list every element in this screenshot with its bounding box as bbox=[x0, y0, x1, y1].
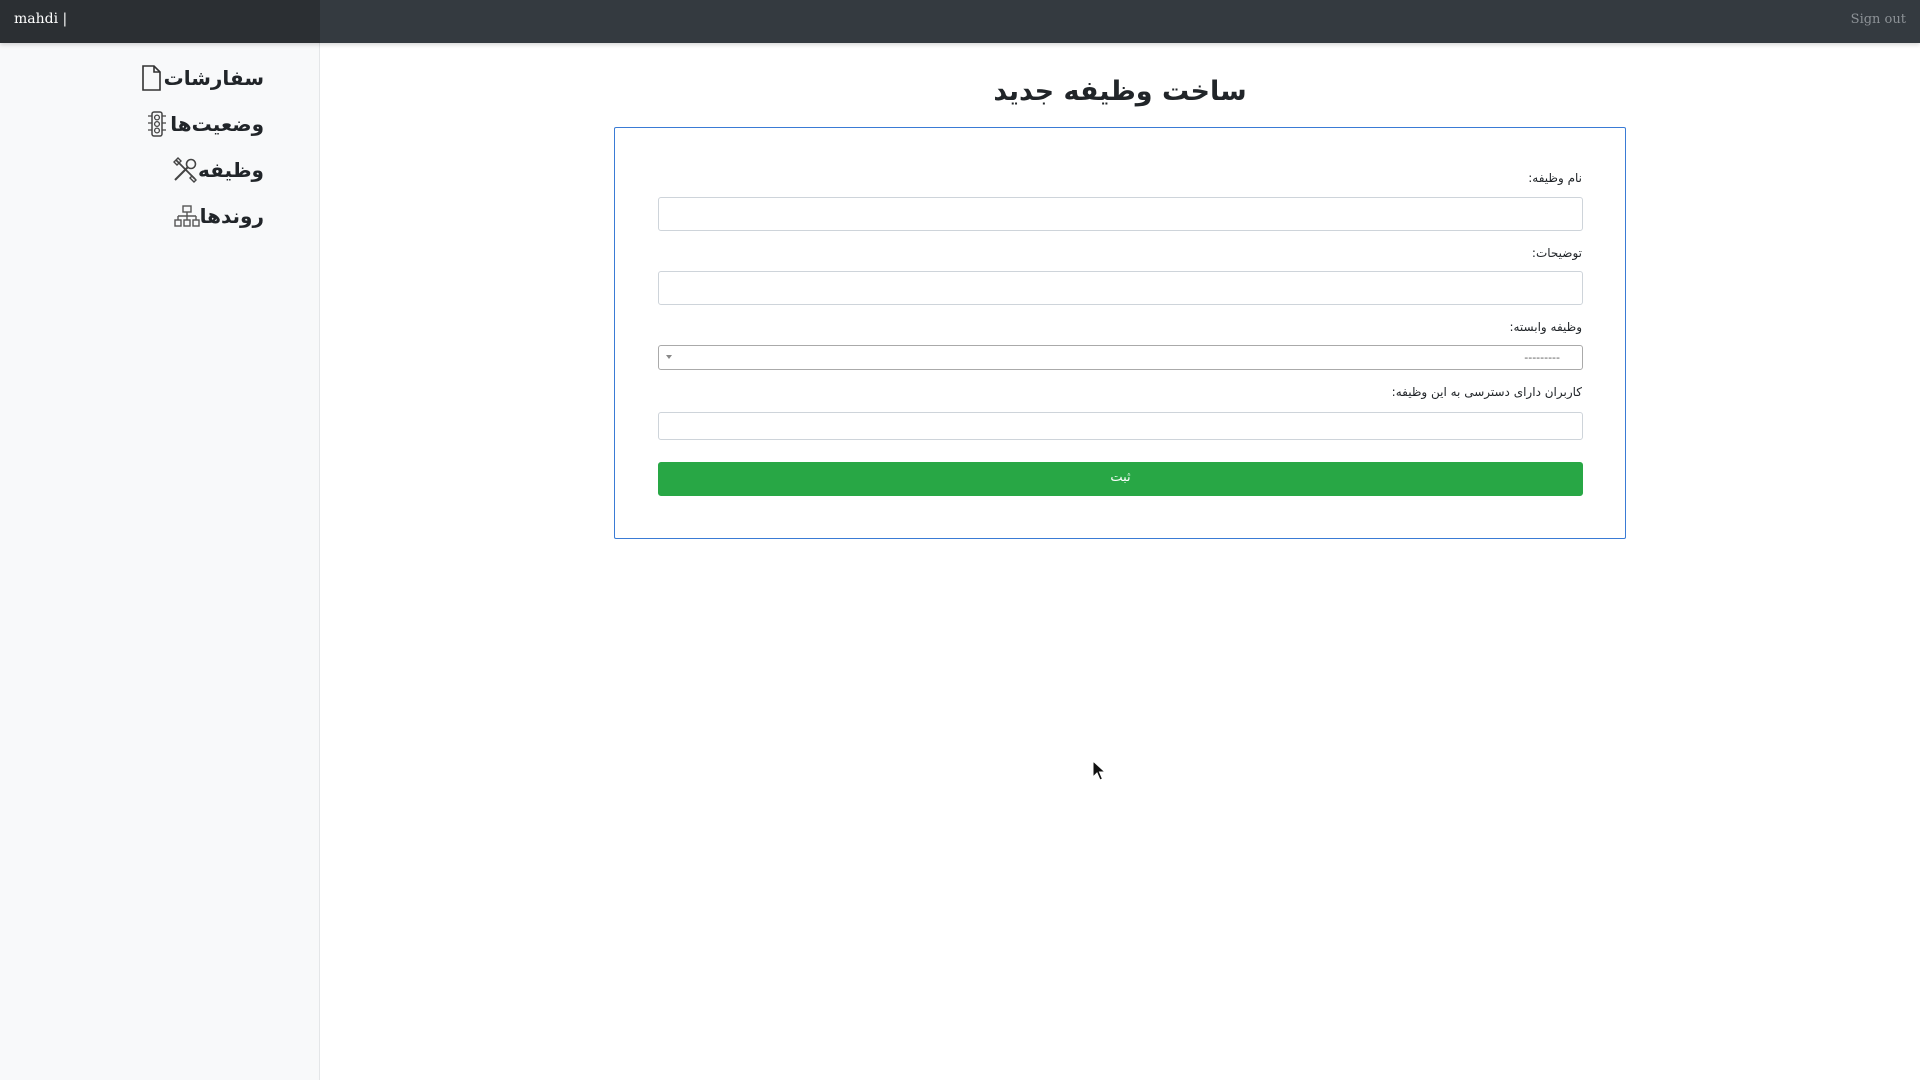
sidebar-item-label: وظیفه bbox=[198, 158, 264, 182]
users-access-input[interactable] bbox=[658, 412, 1583, 440]
sign-out-link[interactable]: Sign out bbox=[1851, 0, 1906, 43]
traffic-light-icon bbox=[144, 111, 170, 137]
chevron-down-icon bbox=[666, 355, 672, 359]
task-name-input[interactable] bbox=[658, 197, 1583, 231]
task-name-label: نام وظیفه: bbox=[1528, 171, 1582, 185]
sidebar-item-tasks[interactable]: وظیفه bbox=[170, 153, 264, 187]
dependent-task-label: وظیفه وابسته: bbox=[1509, 320, 1582, 334]
user-brand: mahdi | bbox=[0, 0, 320, 43]
tools-icon bbox=[172, 157, 198, 183]
sidebar-item-label: وضعیت‌ها bbox=[170, 112, 264, 136]
dependent-task-selected-value: --------- bbox=[1524, 351, 1560, 364]
sidebar-item-orders[interactable]: سفارشات bbox=[136, 61, 264, 95]
create-task-form: نام وظیفه: توضیحات: وظیفه وابسته: ------… bbox=[614, 127, 1626, 539]
page-title: ساخت وظیفه جدید bbox=[993, 76, 1247, 107]
dependent-task-select[interactable]: --------- bbox=[658, 345, 1583, 370]
diagram-icon bbox=[173, 203, 200, 229]
top-navbar: mahdi | Sign out bbox=[0, 0, 1920, 43]
users-access-label: کاربران دارای دسترسی به این وظیفه: bbox=[1391, 385, 1582, 399]
sidebar-item-statuses[interactable]: وضعیت‌ها bbox=[142, 107, 264, 141]
submit-button[interactable]: ثبت bbox=[658, 462, 1583, 496]
sidebar: سفارشات وضعیت‌ها وظیفه bbox=[0, 43, 320, 1080]
sidebar-item-workflows[interactable]: روندها bbox=[172, 199, 264, 233]
file-icon bbox=[138, 65, 164, 91]
description-input[interactable] bbox=[658, 271, 1583, 305]
mouse-cursor-icon bbox=[1092, 760, 1107, 781]
sidebar-item-label: سفارشات bbox=[163, 66, 264, 90]
sidebar-item-label: روندها bbox=[199, 204, 264, 228]
description-label: توضیحات: bbox=[1531, 246, 1582, 260]
